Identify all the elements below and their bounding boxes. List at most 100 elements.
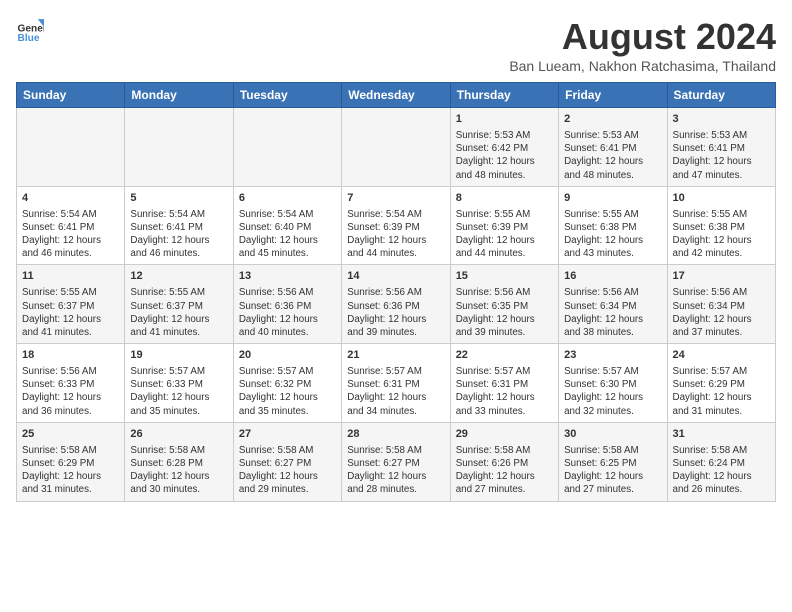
day-info: Sunrise: 5:58 AMSunset: 6:26 PMDaylight:…: [456, 444, 553, 497]
day-info: Sunrise: 5:54 AMSunset: 6:40 PMDaylight:…: [239, 208, 336, 261]
day-cell: 27 Sunrise: 5:58 AMSunset: 6:27 PMDayligh…: [233, 422, 341, 501]
day-info: Sunrise: 5:55 AMSunset: 6:37 PMDaylight:…: [130, 286, 227, 339]
day-number: 21: [347, 348, 444, 363]
day-cell: 7 Sunrise: 5:54 AMSunset: 6:39 PMDaylight…: [342, 186, 450, 265]
day-number: 12: [130, 269, 227, 284]
day-info: Sunrise: 5:56 AMSunset: 6:36 PMDaylight:…: [239, 286, 336, 339]
day-cell: 22 Sunrise: 5:57 AMSunset: 6:31 PMDayligh…: [450, 344, 558, 423]
day-number: 24: [673, 348, 770, 363]
header-cell-monday: Monday: [125, 83, 233, 108]
day-info: Sunrise: 5:54 AMSunset: 6:39 PMDaylight:…: [347, 208, 444, 261]
day-cell: 20 Sunrise: 5:57 AMSunset: 6:32 PMDayligh…: [233, 344, 341, 423]
day-info: Sunrise: 5:54 AMSunset: 6:41 PMDaylight:…: [130, 208, 227, 261]
day-info: Sunrise: 5:55 AMSunset: 6:38 PMDaylight:…: [673, 208, 770, 261]
day-cell: 29 Sunrise: 5:58 AMSunset: 6:26 PMDayligh…: [450, 422, 558, 501]
week-row-4: 18 Sunrise: 5:56 AMSunset: 6:33 PMDayligh…: [17, 344, 776, 423]
week-row-1: 1 Sunrise: 5:53 AMSunset: 6:42 PMDaylight…: [17, 108, 776, 187]
day-cell: 1 Sunrise: 5:53 AMSunset: 6:42 PMDaylight…: [450, 108, 558, 187]
day-cell: 5 Sunrise: 5:54 AMSunset: 6:41 PMDaylight…: [125, 186, 233, 265]
day-number: 30: [564, 427, 661, 442]
day-cell: 8 Sunrise: 5:55 AMSunset: 6:39 PMDaylight…: [450, 186, 558, 265]
day-info: Sunrise: 5:55 AMSunset: 6:38 PMDaylight:…: [564, 208, 661, 261]
day-cell: 19 Sunrise: 5:57 AMSunset: 6:33 PMDayligh…: [125, 344, 233, 423]
day-info: Sunrise: 5:57 AMSunset: 6:30 PMDaylight:…: [564, 365, 661, 418]
day-number: 18: [22, 348, 119, 363]
week-row-2: 4 Sunrise: 5:54 AMSunset: 6:41 PMDaylight…: [17, 186, 776, 265]
day-info: Sunrise: 5:56 AMSunset: 6:35 PMDaylight:…: [456, 286, 553, 339]
day-number: 20: [239, 348, 336, 363]
day-number: 29: [456, 427, 553, 442]
day-number: 31: [673, 427, 770, 442]
day-number: 1: [456, 112, 553, 127]
day-info: Sunrise: 5:58 AMSunset: 6:27 PMDaylight:…: [239, 444, 336, 497]
day-number: 13: [239, 269, 336, 284]
day-cell: [233, 108, 341, 187]
header-cell-wednesday: Wednesday: [342, 83, 450, 108]
header-cell-friday: Friday: [559, 83, 667, 108]
day-number: 17: [673, 269, 770, 284]
day-cell: 11Sunrise: 5:55 AMSunset: 6:37 PMDayligh…: [17, 265, 125, 344]
day-number: 16: [564, 269, 661, 284]
day-info: Sunrise: 5:55 AMSunset: 6:37 PMDaylight:…: [22, 286, 119, 339]
day-cell: [125, 108, 233, 187]
week-row-5: 25 Sunrise: 5:58 AMSunset: 6:29 PMDayligh…: [17, 422, 776, 501]
day-info: Sunrise: 5:58 AMSunset: 6:29 PMDaylight:…: [22, 444, 119, 497]
day-info: Sunrise: 5:58 AMSunset: 6:25 PMDaylight:…: [564, 444, 661, 497]
day-info: Sunrise: 5:56 AMSunset: 6:33 PMDaylight:…: [22, 365, 119, 418]
title-area: August 2024 Ban Lueam, Nakhon Ratchasima…: [509, 16, 776, 74]
calendar-body: 1 Sunrise: 5:53 AMSunset: 6:42 PMDaylight…: [17, 108, 776, 502]
day-info: Sunrise: 5:54 AMSunset: 6:41 PMDaylight:…: [22, 208, 119, 261]
day-cell: 24 Sunrise: 5:57 AMSunset: 6:29 PMDayligh…: [667, 344, 775, 423]
day-info: Sunrise: 5:53 AMSunset: 6:41 PMDaylight:…: [564, 129, 661, 182]
day-info: Sunrise: 5:57 AMSunset: 6:31 PMDaylight:…: [456, 365, 553, 418]
day-number: 19: [130, 348, 227, 363]
header-cell-saturday: Saturday: [667, 83, 775, 108]
day-cell: 18 Sunrise: 5:56 AMSunset: 6:33 PMDayligh…: [17, 344, 125, 423]
day-info: Sunrise: 5:58 AMSunset: 6:28 PMDaylight:…: [130, 444, 227, 497]
day-cell: 6 Sunrise: 5:54 AMSunset: 6:40 PMDaylight…: [233, 186, 341, 265]
day-number: 26: [130, 427, 227, 442]
day-cell: 25 Sunrise: 5:58 AMSunset: 6:29 PMDayligh…: [17, 422, 125, 501]
day-number: 28: [347, 427, 444, 442]
day-info: Sunrise: 5:58 AMSunset: 6:27 PMDaylight:…: [347, 444, 444, 497]
day-number: 4: [22, 191, 119, 206]
day-number: 25: [22, 427, 119, 442]
day-info: Sunrise: 5:53 AMSunset: 6:42 PMDaylight:…: [456, 129, 553, 182]
day-info: Sunrise: 5:57 AMSunset: 6:29 PMDaylight:…: [673, 365, 770, 418]
day-info: Sunrise: 5:56 AMSunset: 6:34 PMDaylight:…: [564, 286, 661, 339]
day-number: 6: [239, 191, 336, 206]
day-cell: 31Sunrise: 5:58 AMSunset: 6:24 PMDayligh…: [667, 422, 775, 501]
calendar-table: SundayMondayTuesdayWednesdayThursdayFrid…: [16, 82, 776, 502]
day-cell: 13 Sunrise: 5:56 AMSunset: 6:36 PMDayligh…: [233, 265, 341, 344]
day-cell: 17 Sunrise: 5:56 AMSunset: 6:34 PMDayligh…: [667, 265, 775, 344]
day-cell: 16 Sunrise: 5:56 AMSunset: 6:34 PMDayligh…: [559, 265, 667, 344]
day-cell: 26 Sunrise: 5:58 AMSunset: 6:28 PMDayligh…: [125, 422, 233, 501]
svg-text:Blue: Blue: [18, 33, 40, 44]
day-number: 5: [130, 191, 227, 206]
day-info: Sunrise: 5:57 AMSunset: 6:32 PMDaylight:…: [239, 365, 336, 418]
day-number: 23: [564, 348, 661, 363]
day-number: 7: [347, 191, 444, 206]
day-info: Sunrise: 5:55 AMSunset: 6:39 PMDaylight:…: [456, 208, 553, 261]
week-row-3: 11Sunrise: 5:55 AMSunset: 6:37 PMDayligh…: [17, 265, 776, 344]
day-cell: 10 Sunrise: 5:55 AMSunset: 6:38 PMDayligh…: [667, 186, 775, 265]
day-number: 8: [456, 191, 553, 206]
day-info: Sunrise: 5:57 AMSunset: 6:33 PMDaylight:…: [130, 365, 227, 418]
day-info: Sunrise: 5:56 AMSunset: 6:34 PMDaylight:…: [673, 286, 770, 339]
day-cell: 4 Sunrise: 5:54 AMSunset: 6:41 PMDaylight…: [17, 186, 125, 265]
logo: General Blue: [16, 16, 44, 44]
day-number: 14: [347, 269, 444, 284]
day-cell: [17, 108, 125, 187]
day-info: Sunrise: 5:56 AMSunset: 6:36 PMDaylight:…: [347, 286, 444, 339]
day-number: 3: [673, 112, 770, 127]
header-cell-sunday: Sunday: [17, 83, 125, 108]
day-number: 9: [564, 191, 661, 206]
day-number: 27: [239, 427, 336, 442]
page-subtitle: Ban Lueam, Nakhon Ratchasima, Thailand: [509, 58, 776, 74]
calendar-header: SundayMondayTuesdayWednesdayThursdayFrid…: [17, 83, 776, 108]
logo-icon: General Blue: [16, 16, 44, 44]
header: General Blue August 2024 Ban Lueam, Nakh…: [16, 16, 776, 74]
day-number: 22: [456, 348, 553, 363]
day-info: Sunrise: 5:57 AMSunset: 6:31 PMDaylight:…: [347, 365, 444, 418]
day-number: 10: [673, 191, 770, 206]
